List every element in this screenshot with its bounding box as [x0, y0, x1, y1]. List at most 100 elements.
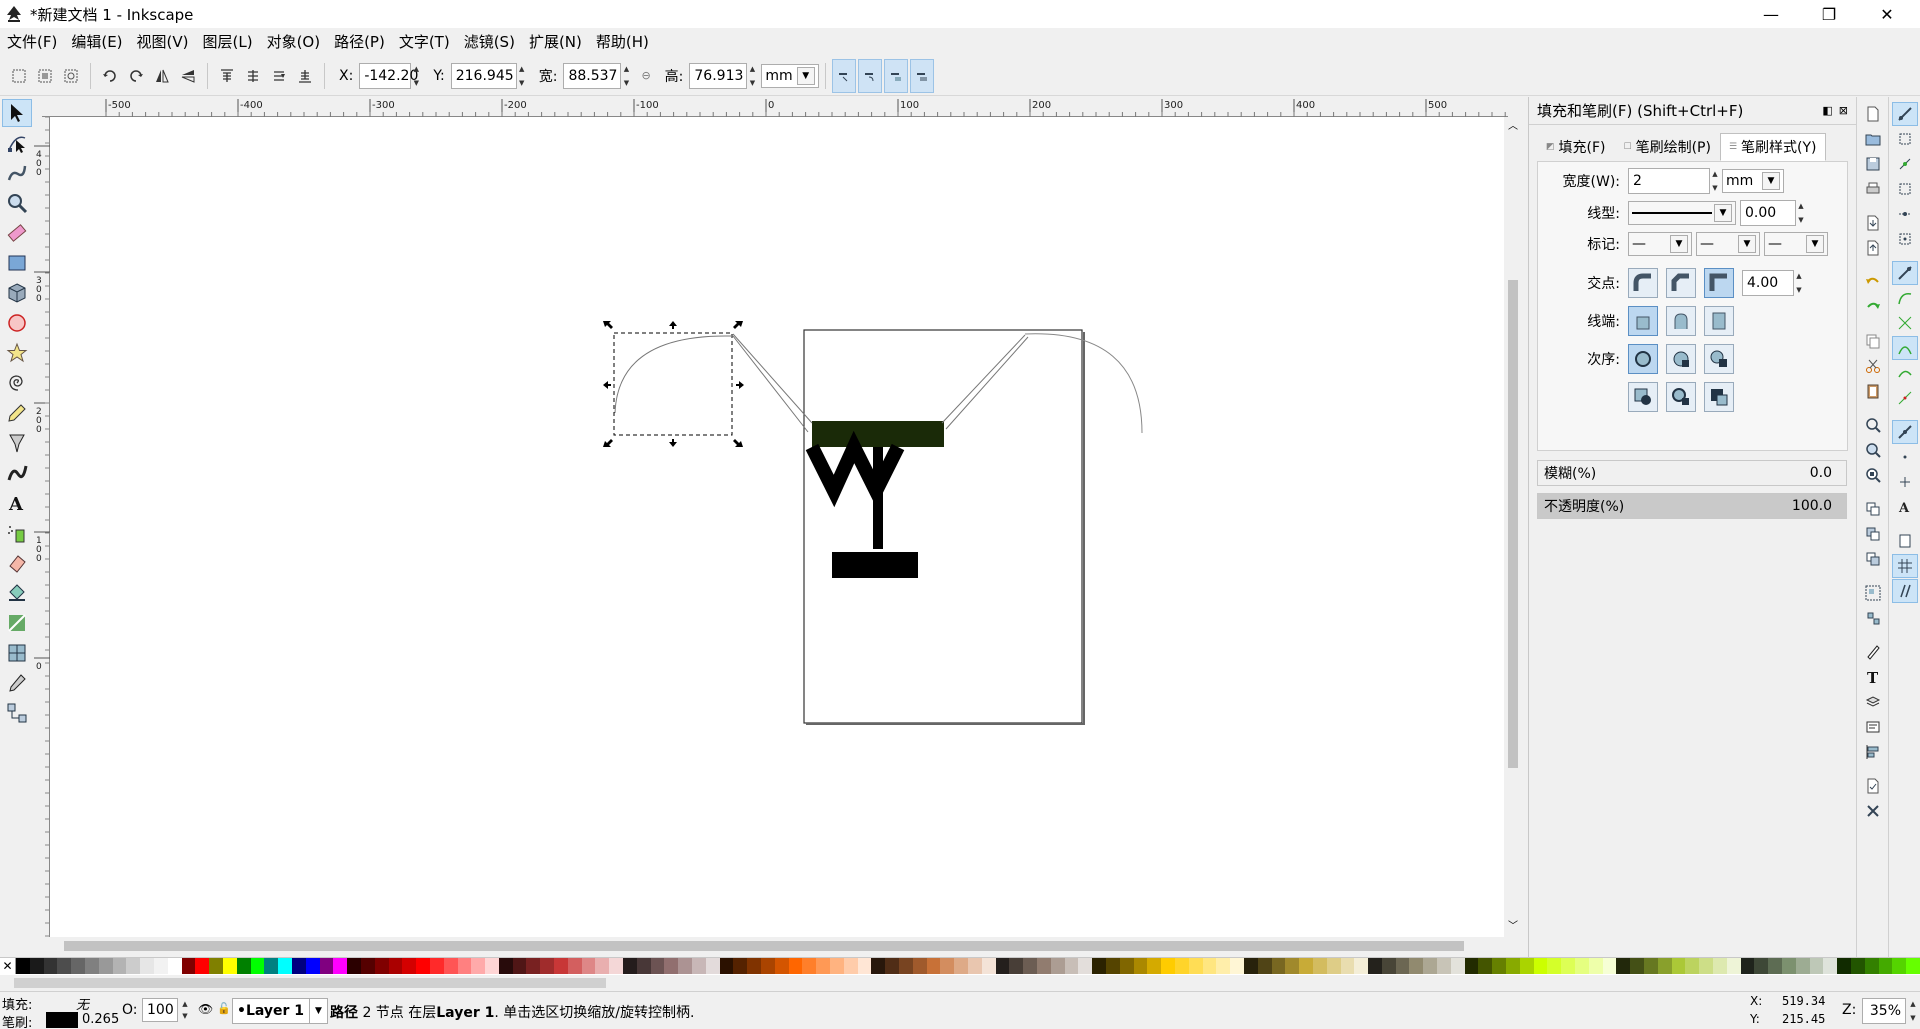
move-patterns-toggle[interactable] — [909, 58, 934, 93]
scale-handle-ne[interactable] — [733, 321, 743, 329]
palette-swatch[interactable] — [816, 958, 831, 974]
palette-swatch[interactable] — [1230, 958, 1244, 974]
snap-paths-icon[interactable] — [1892, 286, 1918, 310]
deselect-icon[interactable] — [60, 65, 82, 87]
palette-swatch[interactable] — [967, 958, 982, 974]
spiral-tool-icon[interactable] — [2, 369, 32, 397]
snap-bbox-corner-icon[interactable] — [1892, 177, 1918, 201]
dash-pattern-dropdown[interactable]: ▼ — [1628, 201, 1736, 225]
palette-swatch[interactable] — [554, 958, 568, 974]
tab-stroke-paint[interactable]: ☐ 笔刷绘制(P) — [1615, 133, 1720, 161]
palette-swatch[interactable] — [1685, 958, 1700, 974]
palette-swatch[interactable] — [650, 958, 665, 974]
palette-swatch[interactable] — [719, 958, 734, 974]
palette-swatch[interactable] — [1354, 958, 1369, 974]
palette-swatch[interactable] — [112, 958, 127, 974]
palette-swatch[interactable] — [1547, 958, 1562, 974]
zoom-spinner[interactable]: ▲ ▼ — [1908, 998, 1918, 1024]
minimize-button[interactable]: — — [1742, 0, 1800, 28]
palette-swatch[interactable] — [981, 958, 996, 974]
layer-visibility-icon[interactable]: 👁 — [198, 1002, 213, 1016]
palette-swatch[interactable] — [1561, 958, 1576, 974]
zoom-input[interactable]: 35% — [1862, 998, 1906, 1024]
palette-swatch[interactable] — [595, 958, 610, 974]
order-stroke-fill-icon[interactable] — [1666, 344, 1696, 374]
palette-swatch[interactable] — [512, 958, 527, 974]
palette-swatch[interactable] — [1023, 958, 1037, 974]
butt-cap-icon[interactable] — [1628, 306, 1658, 336]
palette-swatch[interactable] — [1713, 958, 1727, 974]
palette-swatch[interactable] — [871, 958, 886, 974]
palette-swatch[interactable] — [1450, 958, 1465, 974]
mesh-tool-icon[interactable] — [2, 639, 32, 667]
palette-swatch[interactable] — [153, 958, 168, 974]
palette-swatch[interactable] — [747, 958, 762, 974]
order-markers-stroke-icon[interactable] — [1704, 382, 1734, 412]
menu-extensions[interactable]: 扩展(N) — [522, 28, 589, 56]
palette-swatch[interactable] — [333, 958, 348, 974]
select-all-layers-icon[interactable] — [34, 65, 56, 87]
order-normal-icon[interactable] — [1628, 344, 1658, 374]
palette-swatch[interactable] — [209, 958, 223, 974]
palette-swatch[interactable] — [885, 958, 899, 974]
palette-swatch[interactable] — [1243, 958, 1258, 974]
palette-swatch[interactable] — [388, 958, 403, 974]
palette-swatch[interactable] — [140, 958, 154, 974]
save-icon[interactable] — [1860, 152, 1886, 176]
palette-swatch[interactable] — [1174, 958, 1189, 974]
palette-swatch[interactable] — [857, 958, 872, 974]
palette-swatch[interactable] — [1395, 958, 1410, 974]
tweak-tool-icon[interactable] — [2, 159, 32, 187]
menu-view[interactable]: 视图(V) — [130, 28, 196, 56]
paste-icon[interactable] — [1860, 379, 1886, 403]
palette-swatch[interactable] — [1671, 958, 1686, 974]
palette-swatch[interactable] — [788, 958, 803, 974]
scale-handle-se[interactable] — [733, 439, 743, 447]
palette-swatch[interactable] — [305, 958, 320, 974]
bevel-join-icon[interactable] — [1666, 268, 1696, 298]
stroke-width-input[interactable]: 2 — [1628, 168, 1710, 194]
palette-swatch[interactable] — [167, 958, 182, 974]
snap-enable-icon[interactable] — [1892, 102, 1918, 126]
palette-swatch[interactable] — [995, 958, 1010, 974]
palette-swatch[interactable] — [443, 958, 458, 974]
y-spinner[interactable]: ▲ ▼ — [517, 63, 527, 89]
end-marker-dropdown[interactable]: — ▼ — [1764, 232, 1828, 256]
scale-stroke-toggle[interactable] — [831, 58, 856, 93]
open-folder-icon[interactable] — [1860, 127, 1886, 151]
palette-swatch[interactable] — [1381, 958, 1396, 974]
height-spinner[interactable]: ▲ ▼ — [747, 63, 757, 89]
palette-swatch[interactable] — [498, 958, 513, 974]
snap-nodes-icon[interactable] — [1892, 261, 1918, 285]
y-field[interactable]: 216.945 — [450, 62, 517, 89]
width-field[interactable]: 88.537 — [563, 62, 622, 89]
palette-swatch[interactable] — [1492, 958, 1507, 974]
menu-path[interactable]: 路径(P) — [327, 28, 392, 56]
import-icon[interactable] — [1860, 211, 1886, 235]
close-button[interactable]: ✕ — [1858, 0, 1916, 28]
palette-swatch[interactable] — [457, 958, 472, 974]
start-marker-dropdown[interactable]: — ▼ — [1628, 232, 1692, 256]
rotate-ccw-icon[interactable] — [99, 65, 121, 87]
palette-swatch[interactable] — [57, 958, 72, 974]
layer-dropdown[interactable]: •Layer 1 ▼ — [232, 998, 328, 1024]
palette-swatch[interactable] — [1616, 958, 1631, 974]
snap-bbox-center-icon[interactable] — [1892, 227, 1918, 251]
mid-marker-dropdown[interactable]: — ▼ — [1696, 232, 1760, 256]
horizontal-ruler[interactable]: -500 -400 -300 -200 -100 0 100 200 300 400 500 — [42, 97, 1508, 117]
menu-file[interactable]: 文件(F) — [0, 28, 64, 56]
snap-grid-icon[interactable] — [1892, 554, 1918, 578]
palette-swatch[interactable] — [540, 958, 555, 974]
lower-icon[interactable] — [268, 65, 290, 87]
new-document-icon[interactable] — [1860, 102, 1886, 126]
zoom-drawing-icon[interactable] — [1860, 438, 1886, 462]
selected-arc-path[interactable] — [614, 335, 732, 414]
width-spinner[interactable]: ▲ ▼ — [621, 63, 631, 89]
palette-swatch[interactable] — [1892, 958, 1907, 974]
opacity-input-status[interactable]: 100 — [142, 998, 178, 1022]
palette-swatch[interactable] — [926, 958, 941, 974]
node-tool-icon[interactable] — [2, 129, 32, 157]
palette-swatch[interactable] — [347, 958, 361, 974]
miter-limit-spinner[interactable]: ▲ ▼ — [1794, 270, 1804, 296]
palette-swatch[interactable] — [899, 958, 913, 974]
